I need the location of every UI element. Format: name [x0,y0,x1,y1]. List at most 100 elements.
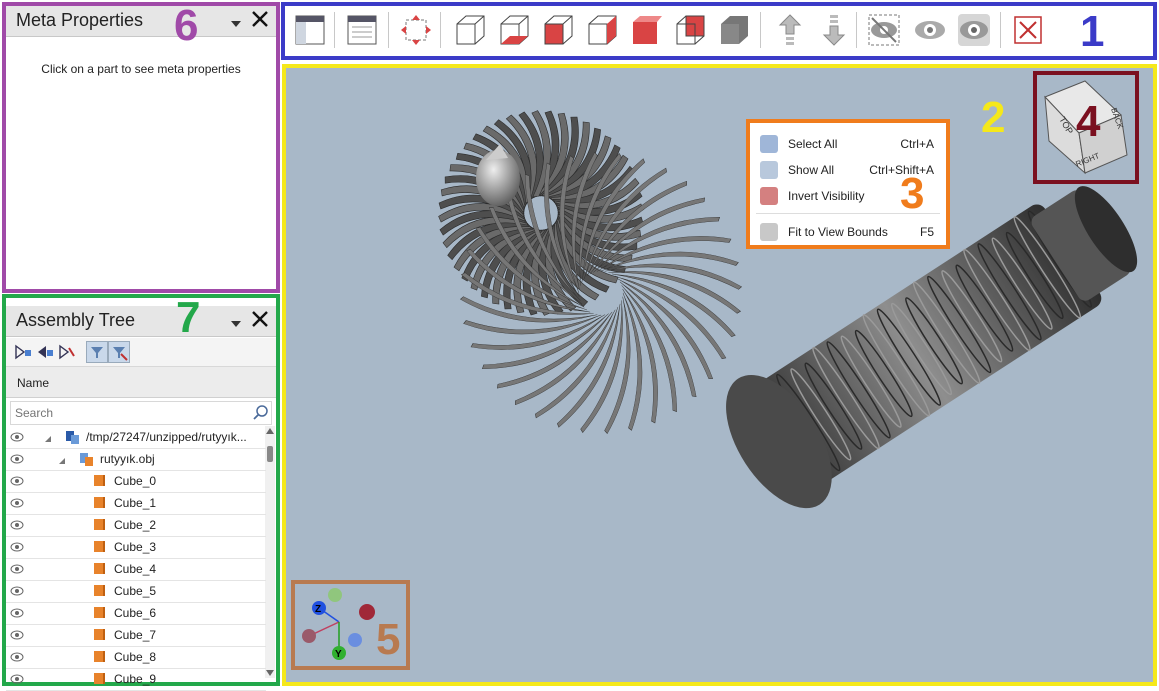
tree-item-label: Cube_6 [114,606,157,620]
tree-root[interactable]: /tmp/27247/unzipped/rutyyık... [6,426,266,449]
visibility-eye-icon[interactable] [10,629,24,643]
visibility-eye-icon[interactable] [10,431,24,445]
visibility-eye-icon[interactable] [10,497,24,511]
annotation-6: 6 [174,1,199,50]
cube-icon [94,585,105,596]
engine-model[interactable] [286,68,1153,682]
panel-left-button[interactable] [292,12,328,48]
show-all-icon [760,161,778,179]
chevron-down-icon[interactable] [230,13,242,34]
visibility-eye-icon[interactable] [10,585,24,599]
sort-tree-icon[interactable] [58,344,76,365]
cube-wire-button[interactable] [496,12,532,48]
search-input[interactable] [13,403,247,423]
invert-visibility-icon [760,187,778,205]
cube-front-icon [456,15,485,45]
tree-item-label: /tmp/27247/unzipped/rutyyık... [86,430,247,444]
axes-gizmo[interactable]: Z Y [295,584,375,666]
menu-item-shortcut: Ctrl+A [900,137,934,151]
cube-icon [94,651,105,662]
cube-icon [94,497,105,508]
show-all-icon [958,14,990,46]
search-box[interactable] [10,401,272,425]
expand-all-icon[interactable] [14,344,32,365]
tree-item[interactable]: Cube_0 [6,470,266,493]
tree-item[interactable]: Cube_1 [6,492,266,515]
hide-selected-button[interactable] [866,12,902,48]
cube-right-button[interactable] [584,12,620,48]
file-icon [78,451,94,470]
close-x-button[interactable] [1010,12,1046,48]
annotation-2: 2 [981,93,1006,142]
axis-z-label: Z [315,604,321,615]
cube-left-icon [544,15,573,45]
tree-scrollbar[interactable] [265,426,275,678]
cube-left-button[interactable] [540,12,576,48]
tree-item-label: Cube_2 [114,518,157,532]
cube-back-button[interactable] [672,12,708,48]
menu-item-label: Select All [788,137,838,151]
cube-front-button[interactable] [452,12,488,48]
toolbar-separator [440,12,441,48]
cube-icon [94,629,105,640]
close-icon[interactable] [250,309,270,334]
filter-tree-icon[interactable] [86,341,108,363]
collapse-all-icon[interactable] [36,344,54,365]
cube-solid-icon [721,16,748,44]
visibility-eye-icon[interactable] [10,541,24,555]
tree-item-label: Cube_7 [114,628,157,642]
search-icon[interactable] [253,404,269,425]
tree-item[interactable]: Cube_3 [6,536,266,559]
cube-red-button[interactable] [628,12,664,48]
toolbar-separator [1000,12,1001,48]
menu-item-shortcut: F5 [919,225,934,239]
visibility-eye-icon[interactable] [10,673,24,687]
show-icon [915,21,945,39]
visibility-eye-icon[interactable] [10,453,24,467]
annotation-4: 4 [1076,97,1101,146]
visibility-eye-icon[interactable] [10,475,24,489]
menu-item-select-all[interactable]: Select All Ctrl+A [750,131,946,157]
tree-item[interactable]: Cube_7 [6,624,266,647]
name-column-header[interactable]: Name [6,367,276,398]
toolbar-separator [334,12,335,48]
explode-down-button[interactable] [816,12,852,48]
tree-item[interactable]: Cube_4 [6,558,266,581]
visibility-eye-icon[interactable] [10,563,24,577]
scrollbar-thumb[interactable] [267,446,273,462]
expand-arrow-icon[interactable] [44,432,52,446]
annotation-1: 1 [1080,7,1105,56]
toolbar-separator [388,12,389,48]
annotation-5: 5 [376,615,401,664]
toolbar-separator [856,12,857,48]
menu-item-fit-to-view-bounds[interactable]: Fit to View Bounds F5 [750,219,946,245]
tree-item[interactable]: Cube_6 [6,602,266,625]
panel-doc-button[interactable] [344,12,380,48]
expand-arrow-icon[interactable] [58,454,66,468]
3d-viewport[interactable] [282,64,1157,686]
explode-up-button[interactable] [772,12,808,48]
fit-bounds-icon [760,223,778,241]
visibility-eye-icon[interactable] [10,651,24,665]
fit-view-button[interactable] [398,12,434,48]
cube-solid-button[interactable] [716,12,752,48]
tree-panel-header: Assembly Tree [6,306,276,337]
chevron-down-icon[interactable] [230,313,242,334]
explode-up-icon [778,14,802,45]
clear-filter-icon[interactable] [108,341,130,363]
show-all-button[interactable] [956,12,992,48]
tree-item[interactable]: Cube_2 [6,514,266,537]
tree-item-label: Cube_8 [114,650,157,664]
close-icon[interactable] [250,9,270,34]
show-button[interactable] [912,12,948,48]
meta-empty-message: Click on a part to see meta properties [41,62,241,76]
tree-item[interactable]: Cube_8 [6,646,266,669]
visibility-eye-icon[interactable] [10,607,24,621]
tree-item-label: Cube_0 [114,474,157,488]
visibility-eye-icon[interactable] [10,519,24,533]
tree-item[interactable]: Cube_5 [6,580,266,603]
meta-panel-header: Meta Properties [6,6,276,37]
tree-item-label: Cube_1 [114,496,157,510]
tree-item-label: Cube_9 [114,672,157,686]
tree-file[interactable]: rutyyık.obj [6,448,266,471]
